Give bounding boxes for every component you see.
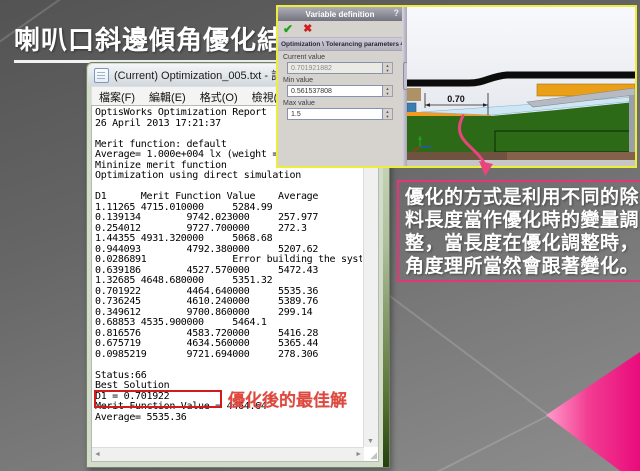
- blue-block: [407, 103, 416, 113]
- scroll-right-icon[interactable]: ►: [355, 451, 362, 458]
- tan-block: [407, 88, 421, 101]
- best-solution-highlight-box: [94, 390, 222, 408]
- callout-line: 料長度當作優化時的變量調: [405, 209, 640, 232]
- page-title: 喇叭口斜邊傾角優化結果: [14, 20, 311, 63]
- pink-accent-triangle: [546, 352, 640, 471]
- current-value-input[interactable]: 0.701921882: [287, 62, 383, 74]
- min-value-input[interactable]: 0.561537808: [287, 85, 383, 97]
- help-icon[interactable]: ?: [394, 8, 400, 18]
- max-value-field: Max value 1.5 ▲ ▼: [283, 100, 402, 120]
- callout-line: 角度理所當然會跟著變化。: [405, 255, 640, 278]
- max-value-input[interactable]: 1.5: [287, 108, 383, 120]
- spin-down-icon[interactable]: ▼: [383, 68, 392, 73]
- callout-line: 整，當長度在優化調整時，: [405, 232, 640, 255]
- menu-file[interactable]: 檔案(F): [92, 89, 142, 105]
- menu-edit[interactable]: 編輯(E): [142, 89, 193, 105]
- variable-definition-panel: Variable definition ? ✔ ✖ Optimization \…: [278, 7, 402, 166]
- dialog-title: Variable definition: [306, 10, 375, 19]
- optimization-screenshot: Variable definition ? ✔ ✖ Optimization \…: [276, 5, 637, 168]
- parameters-group-header[interactable]: Optimization \ Tolerancing parameters ▲: [278, 38, 402, 51]
- right-gray-column: [629, 95, 635, 152]
- cancel-x-icon[interactable]: ✖: [303, 24, 312, 35]
- dialog-toolbar: ✔ ✖: [278, 21, 402, 38]
- min-value-field: Min value 0.561537808 ▲ ▼: [283, 77, 402, 97]
- dialog-titlebar[interactable]: Variable definition ?: [278, 7, 402, 21]
- max-value-label: Max value: [283, 100, 402, 107]
- scroll-down-icon[interactable]: ▼: [367, 438, 374, 445]
- scroll-left-icon[interactable]: ◄: [94, 451, 101, 458]
- notepad-icon: [94, 68, 109, 83]
- spin-down-icon[interactable]: ▼: [383, 114, 392, 119]
- best-solution-annotation: 優化後的最佳解: [228, 386, 347, 411]
- max-value-stepper[interactable]: ▲ ▼: [383, 108, 393, 120]
- bottom-gray-strip: [407, 160, 635, 166]
- spin-down-icon[interactable]: ▼: [383, 91, 392, 96]
- menu-format[interactable]: 格式(O): [193, 89, 245, 105]
- explanation-callout: 優化的方式是利用不同的除 料長度當作優化時的變量調 整，當長度在優化調整時， 角…: [397, 180, 640, 282]
- callout-line: 優化的方式是利用不同的除: [405, 186, 640, 209]
- group-header-label: Optimization \ Tolerancing parameters: [281, 41, 399, 48]
- min-value-label: Min value: [283, 77, 402, 84]
- resize-grip-icon[interactable]: ◢: [370, 451, 377, 460]
- current-value-field: Current value 0.701921882 ▲ ▼: [283, 54, 402, 74]
- cad-viewport[interactable]: 0.70: [407, 7, 635, 166]
- current-value-label: Current value: [283, 54, 402, 61]
- dimension-label: 0.70: [447, 94, 465, 104]
- ok-check-icon[interactable]: ✔: [283, 23, 293, 35]
- horizontal-scrollbar[interactable]: ◄ ►: [92, 447, 364, 461]
- presentation-slide: 喇叭口斜邊傾角優化結果 (Current) Optimization_005.t…: [0, 0, 640, 471]
- min-value-stepper[interactable]: ▲ ▼: [383, 85, 393, 97]
- brown-strip-right: [507, 152, 635, 160]
- current-value-stepper[interactable]: ▲ ▼: [383, 62, 393, 74]
- cad-cross-section: 0.70: [407, 7, 635, 166]
